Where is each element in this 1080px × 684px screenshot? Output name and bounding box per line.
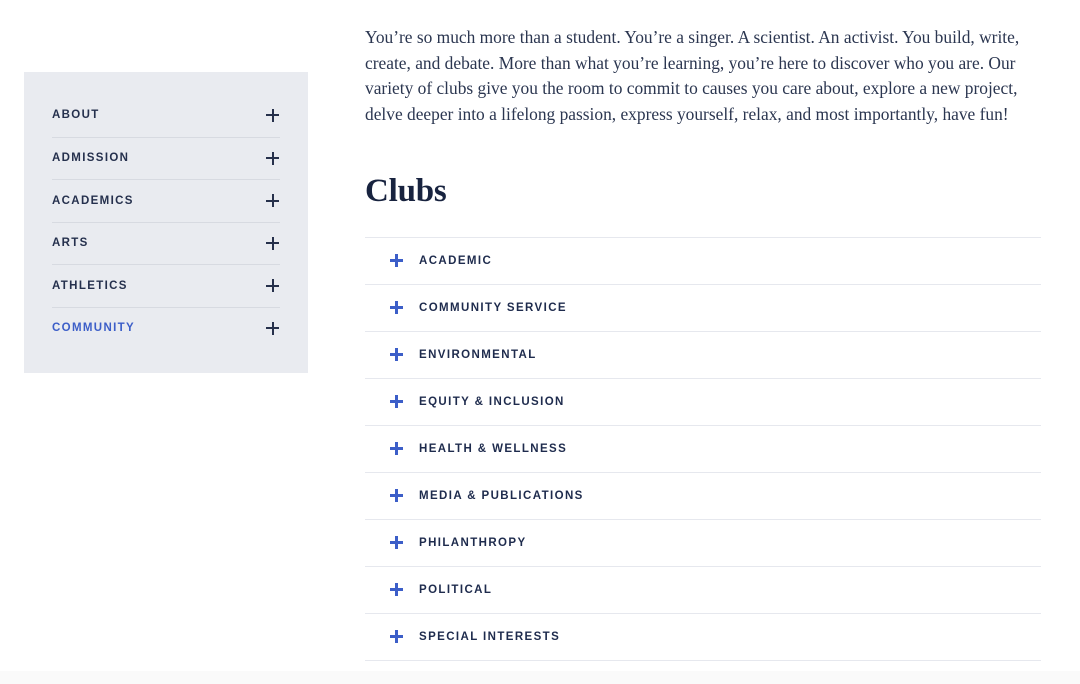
accordion-row[interactable]: POLITICAL [365, 565, 1041, 613]
accordion-row-label: SPECIAL INTERESTS [419, 630, 561, 643]
plus-icon[interactable] [390, 442, 403, 456]
main-content: You’re so much more than a student. You’… [365, 0, 1041, 684]
sidebar-item-label: ABOUT [52, 109, 100, 122]
accordion-row[interactable]: ACADEMIC [365, 236, 1041, 284]
sidebar-item-about[interactable]: ABOUT [52, 94, 280, 137]
accordion-row-label: ENVIRONMENTAL [419, 348, 537, 361]
plus-icon[interactable] [266, 151, 279, 165]
accordion-row[interactable]: ENVIRONMENTAL [365, 330, 1041, 378]
accordion-row[interactable]: PHILANTHROPY [365, 518, 1041, 566]
sidebar-item-athletics[interactable]: ATHLETICS [52, 264, 280, 307]
accordion-row-label: COMMUNITY SERVICE [419, 301, 567, 314]
plus-icon[interactable] [390, 536, 403, 550]
sidebar-item-admission[interactable]: ADMISSION [52, 136, 280, 180]
accordion-row[interactable]: COMMUNITY SERVICE [365, 283, 1041, 331]
plus-icon[interactable] [390, 348, 403, 362]
plus-icon[interactable] [390, 583, 403, 597]
plus-icon[interactable] [390, 630, 403, 644]
sidebar-nav: ABOUT ADMISSION ACADEMICS ARTS ATHLETICS COMM… [24, 72, 308, 373]
accordion-row-label: ACADEMIC [419, 254, 493, 267]
sidebar-item-academics[interactable]: ACADEMICS [52, 179, 280, 222]
accordion-row[interactable]: EQUITY & INCLUSION [365, 377, 1041, 425]
page-root: ABOUT ADMISSION ACADEMICS ARTS ATHLETICS COMM… [0, 0, 1080, 684]
bottom-band [0, 671, 1080, 684]
plus-icon[interactable] [390, 254, 403, 268]
intro-paragraph: You’re so much more than a student. You’… [365, 27, 1020, 124]
sidebar-item-label: ATHLETICS [52, 279, 128, 292]
sidebar-item-community[interactable]: COMMUNITY [52, 306, 280, 350]
accordion-row[interactable]: HEALTH & WELLNESS [365, 424, 1041, 472]
plus-icon[interactable] [390, 489, 403, 503]
accordion-row[interactable]: SPECIAL INTERESTS [365, 612, 1041, 660]
sidebar-item-label: ADMISSION [52, 152, 130, 165]
sidebar-item-arts[interactable]: ARTS [52, 221, 280, 265]
sidebar-item-label: COMMUNITY [52, 322, 136, 335]
clubs-accordion: ACADEMIC COMMUNITY SERVICE ENVIRONMENTAL EQ… [365, 236, 1041, 684]
accordion-row-label: PHILANTHROPY [419, 536, 527, 549]
plus-icon[interactable] [266, 279, 279, 293]
page-title: Clubs [365, 173, 447, 210]
accordion-row-label: EQUITY & INCLUSION [419, 395, 565, 408]
accordion-row[interactable]: MEDIA & PUBLICATIONS [365, 471, 1041, 519]
sidebar-item-label: ARTS [52, 237, 89, 250]
sidebar-item-label: ACADEMICS [52, 194, 134, 207]
accordion-row-label: POLITICAL [419, 583, 493, 596]
plus-icon[interactable] [390, 301, 403, 315]
plus-icon[interactable] [390, 395, 403, 409]
plus-icon[interactable] [266, 321, 279, 335]
plus-icon[interactable] [266, 194, 279, 208]
plus-icon[interactable] [266, 236, 279, 250]
accordion-row-label: HEALTH & WELLNESS [419, 442, 568, 455]
plus-icon[interactable] [266, 108, 279, 122]
accordion-row-label: MEDIA & PUBLICATIONS [419, 489, 584, 502]
